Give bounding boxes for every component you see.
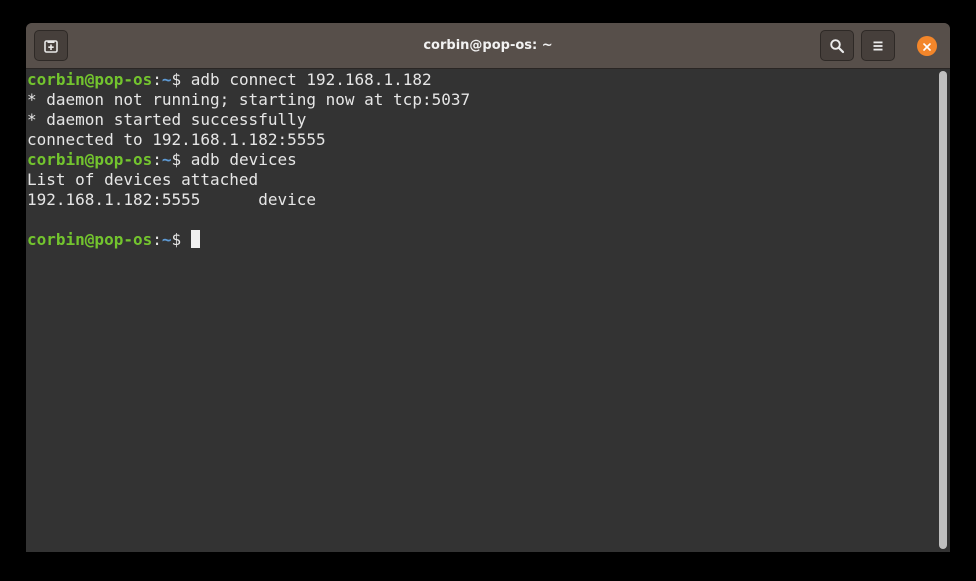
output-text: connected to 192.168.1.182:5555	[27, 130, 326, 149]
prompt-user: corbin@pop-os	[27, 230, 153, 249]
search-button[interactable]	[820, 30, 854, 61]
terminal-output-line: * daemon not running; starting now at tc…	[27, 90, 936, 110]
output-text: 192.168.1.182:5555 device	[27, 190, 316, 209]
terminal-cursor	[190, 230, 200, 248]
hamburger-menu-icon	[871, 39, 885, 53]
terminal-prompt-line: corbin@pop-os:~$ adb connect 192.168.1.1…	[27, 70, 936, 90]
prompt-separator: :	[152, 70, 162, 89]
command-text: adb connect 192.168.1.182	[190, 70, 432, 89]
prompt-symbol: $	[171, 70, 191, 89]
prompt-symbol: $	[171, 230, 191, 249]
scrollbar-thumb[interactable]	[939, 71, 947, 549]
terminal-prompt-line: corbin@pop-os:~$	[27, 230, 936, 250]
close-icon	[922, 37, 932, 56]
terminal-output-line: List of devices attached	[27, 170, 936, 190]
terminal-output-line: connected to 192.168.1.182:5555	[27, 130, 936, 150]
new-tab-button[interactable]	[34, 30, 68, 61]
prompt-path: ~	[161, 150, 172, 169]
new-tab-icon	[43, 38, 59, 54]
output-text: * daemon started successfully	[27, 110, 307, 129]
close-button[interactable]	[917, 36, 937, 56]
prompt-symbol: $	[171, 150, 191, 169]
prompt-user: corbin@pop-os	[27, 70, 153, 89]
scrollbar[interactable]	[936, 69, 950, 552]
terminal-output[interactable]: corbin@pop-os:~$ adb connect 192.168.1.1…	[26, 69, 936, 552]
prompt-path: ~	[161, 70, 172, 89]
menu-button[interactable]	[861, 30, 895, 61]
terminal-output-line: 192.168.1.182:5555 device	[27, 190, 936, 210]
prompt-user: corbin@pop-os	[27, 150, 153, 169]
terminal-output-line: * daemon started successfully	[27, 110, 936, 130]
prompt-separator: :	[152, 150, 162, 169]
output-text: List of devices attached	[27, 170, 259, 189]
command-text: adb devices	[190, 150, 297, 169]
search-icon	[829, 38, 845, 54]
output-text: * daemon not running; starting now at tc…	[27, 90, 471, 109]
terminal-window: corbin@pop-os: ~ corbin@pop-os:~$ adb co…	[26, 23, 950, 552]
title-bar[interactable]: corbin@pop-os: ~	[26, 23, 950, 69]
prompt-separator: :	[152, 230, 162, 249]
window-title: corbin@pop-os: ~	[423, 38, 553, 53]
prompt-path: ~	[161, 230, 172, 249]
terminal-prompt-line: corbin@pop-os:~$ adb devices	[27, 150, 936, 170]
